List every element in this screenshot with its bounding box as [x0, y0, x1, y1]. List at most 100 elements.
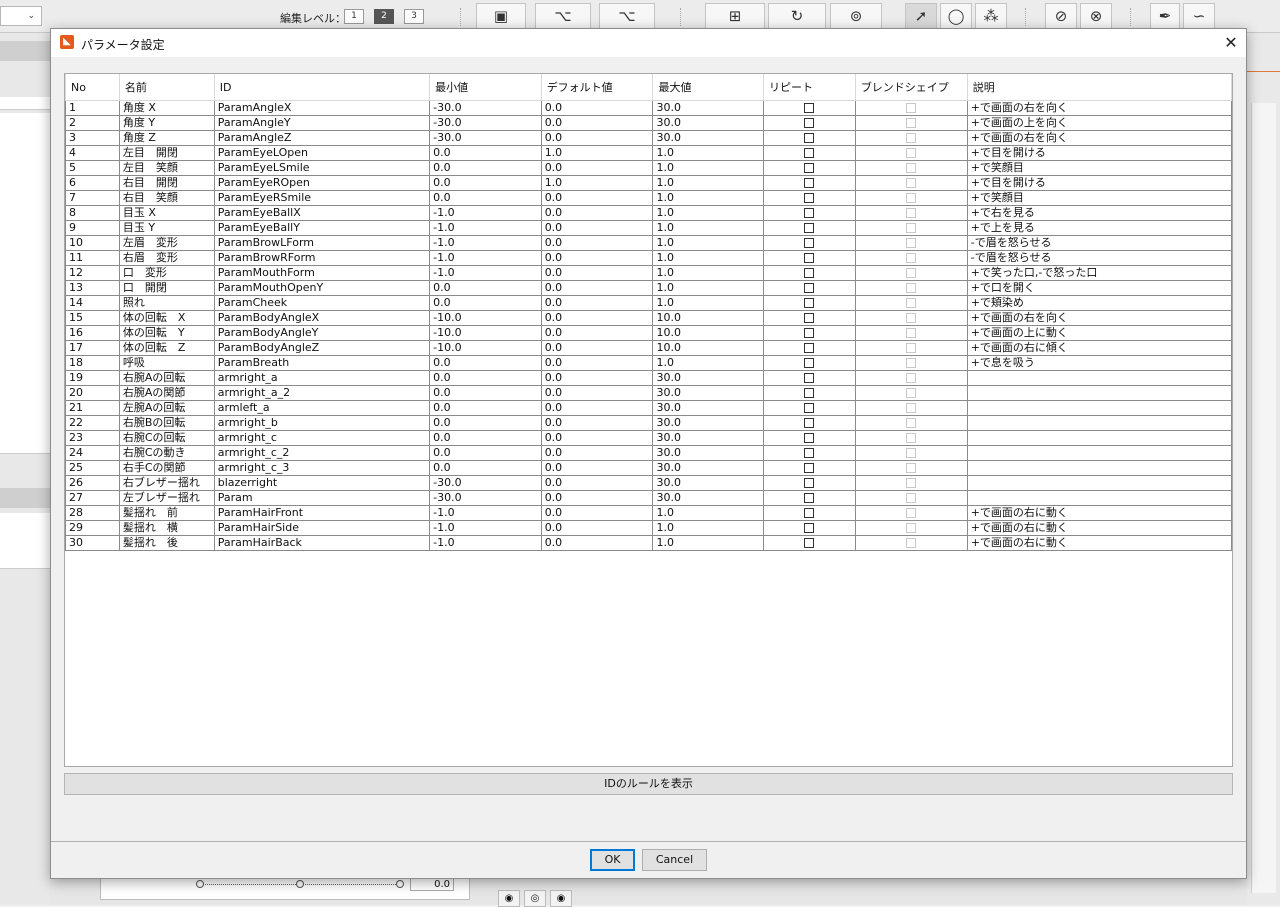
cell-description[interactable]: +で画面の右に傾く [966, 340, 1232, 356]
cell-no[interactable]: 4 [65, 145, 120, 161]
repeat-checkbox[interactable] [804, 298, 815, 308]
arrow-select-icon[interactable]: ➚ [905, 3, 937, 30]
cell-name[interactable]: 右腕Cの回転 [118, 430, 215, 446]
cell-name[interactable]: 照れ [118, 295, 215, 311]
repeat-checkbox[interactable] [804, 253, 815, 263]
cell-min[interactable]: 0.0 [429, 400, 542, 416]
cell-max[interactable]: 1.0 [652, 535, 765, 551]
cell-default[interactable]: 0.0 [540, 310, 654, 326]
cell-default[interactable]: 0.0 [540, 100, 654, 116]
cell-name[interactable]: 右手Cの関節 [118, 460, 215, 476]
cell-min[interactable]: 0.0 [429, 445, 542, 461]
cell-no[interactable]: 25 [65, 460, 120, 476]
table-row[interactable]: 16 体の回転 Y ParamBodyAngleY -10.0 0.0 10.0 +で画面の… [65, 325, 1232, 341]
cell-description[interactable]: +で画面の上を向く [966, 115, 1232, 131]
cell-max[interactable]: 10.0 [652, 310, 765, 326]
rotation-deformer-icon[interactable]: ↻ [768, 3, 826, 30]
cell-min[interactable]: -30.0 [429, 115, 542, 131]
cell-id[interactable]: ParamEyeBallX [213, 205, 431, 221]
cell-default[interactable]: 0.0 [540, 505, 654, 521]
cell-no[interactable]: 28 [65, 505, 120, 521]
cell-id[interactable]: ParamBrowRForm [213, 250, 431, 266]
cell-id[interactable]: Param [213, 490, 431, 506]
cell-max[interactable]: 30.0 [652, 370, 765, 386]
cell-id[interactable]: blazerright [213, 475, 431, 491]
cell-name[interactable]: 右腕Cの動き [118, 445, 215, 461]
cell-id[interactable]: armright_c_3 [213, 460, 431, 476]
cell-max[interactable]: 30.0 [652, 460, 765, 476]
cell-id[interactable]: ParamMouthForm [213, 265, 431, 281]
cell-no[interactable]: 9 [65, 220, 120, 236]
column-header-min[interactable]: 最小値 [429, 74, 542, 101]
cell-id[interactable]: ParamHairSide [213, 520, 431, 536]
column-header-id[interactable]: ID [213, 74, 431, 101]
cell-description[interactable]: +で目を開ける [966, 175, 1232, 191]
cell-default[interactable]: 0.0 [540, 220, 654, 236]
cell-default[interactable]: 0.0 [540, 460, 654, 476]
table-row[interactable]: 4 左目 開閉 ParamEyeLOpen 0.0 1.0 1.0 +で目を開ける [65, 145, 1232, 161]
table-row[interactable]: 7 右目 笑顔 ParamEyeRSmile 0.0 0.0 1.0 +で笑顔目 [65, 190, 1232, 206]
cell-name[interactable]: 右眉 変形 [118, 250, 215, 266]
cell-name[interactable]: 体の回転 Y [118, 325, 215, 341]
repeat-checkbox[interactable] [804, 163, 815, 173]
cell-max[interactable]: 30.0 [652, 430, 765, 446]
table-row[interactable]: 30 髪揺れ 後 ParamHairBack -1.0 0.0 1.0 +で画面の右に動く [65, 535, 1232, 551]
cell-description[interactable] [966, 445, 1232, 461]
table-row[interactable]: 13 口 開閉 ParamMouthOpenY 0.0 0.0 1.0 +で口を開く [65, 280, 1232, 296]
cell-no[interactable]: 7 [65, 190, 120, 206]
cell-default[interactable]: 0.0 [540, 160, 654, 176]
show-id-rules-button[interactable]: IDのルールを表示 [64, 773, 1233, 795]
cell-no[interactable]: 2 [65, 115, 120, 131]
cell-id[interactable]: ParamAngleX [213, 100, 431, 116]
table-row[interactable]: 24 右腕Cの動き armright_c_2 0.0 0.0 30.0 [65, 445, 1232, 461]
cell-no[interactable]: 23 [65, 430, 120, 446]
cell-default[interactable]: 0.0 [540, 295, 654, 311]
cell-min[interactable]: 0.0 [429, 415, 542, 431]
cell-description[interactable]: -で眉を怒らせる [966, 250, 1232, 266]
cell-no[interactable]: 18 [65, 355, 120, 371]
repeat-checkbox[interactable] [804, 118, 815, 128]
cell-min[interactable]: -10.0 [429, 340, 542, 356]
cell-default[interactable]: 1.0 [540, 175, 654, 191]
cell-no[interactable]: 1 [65, 100, 120, 116]
cell-max[interactable]: 30.0 [652, 100, 765, 116]
cell-description[interactable] [966, 370, 1232, 386]
cell-name[interactable]: 体の回転 Z [118, 340, 215, 356]
cell-min[interactable]: 0.0 [429, 355, 542, 371]
repeat-checkbox[interactable] [804, 373, 815, 383]
cell-id[interactable]: ParamBodyAngleY [213, 325, 431, 341]
repeat-checkbox[interactable] [804, 283, 815, 293]
cell-description[interactable]: +で笑った口,-で怒った口 [966, 265, 1232, 281]
cell-no[interactable]: 21 [65, 400, 120, 416]
cell-default[interactable]: 0.0 [540, 475, 654, 491]
cell-min[interactable]: 0.0 [429, 370, 542, 386]
cell-min[interactable]: 0.0 [429, 295, 542, 311]
cell-max[interactable]: 30.0 [652, 130, 765, 146]
pen-icon[interactable]: ✒ [1150, 3, 1180, 30]
cell-max[interactable]: 1.0 [652, 355, 765, 371]
cell-name[interactable]: 左ブレザー揺れ [118, 490, 215, 506]
deform-path-icon[interactable]: ⌥ [535, 3, 591, 30]
table-row[interactable]: 14 照れ ParamCheek 0.0 0.0 1.0 +で頬染め [65, 295, 1232, 311]
cancel-button[interactable]: Cancel [642, 849, 707, 871]
cell-description[interactable] [966, 475, 1232, 491]
cell-description[interactable]: +で画面の右に動く [966, 520, 1232, 536]
table-row[interactable]: 15 体の回転 X ParamBodyAngleX -10.0 0.0 10.0 +で画面の… [65, 310, 1232, 326]
cell-min[interactable]: -1.0 [429, 205, 542, 221]
warp-grid-icon[interactable]: ⊞ [705, 3, 765, 30]
cell-min[interactable]: -1.0 [429, 265, 542, 281]
cell-no[interactable]: 19 [65, 370, 120, 386]
table-row[interactable]: 21 左腕Aの回転 armleft_a 0.0 0.0 30.0 [65, 400, 1232, 416]
cell-default[interactable]: 0.0 [540, 325, 654, 341]
table-row[interactable]: 2 角度 Y ParamAngleY -30.0 0.0 30.0 +で画面の上を向く [65, 115, 1232, 131]
cell-min[interactable]: 0.0 [429, 385, 542, 401]
cell-min[interactable]: -1.0 [429, 520, 542, 536]
cell-min[interactable]: -30.0 [429, 100, 542, 116]
cell-name[interactable]: 呼吸 [118, 355, 215, 371]
column-header-description[interactable]: 説明 [966, 74, 1232, 101]
repeat-checkbox[interactable] [804, 448, 815, 458]
cell-min[interactable]: -10.0 [429, 325, 542, 341]
cell-min[interactable]: -30.0 [429, 130, 542, 146]
cell-min[interactable]: -1.0 [429, 220, 542, 236]
cell-max[interactable]: 1.0 [652, 175, 765, 191]
